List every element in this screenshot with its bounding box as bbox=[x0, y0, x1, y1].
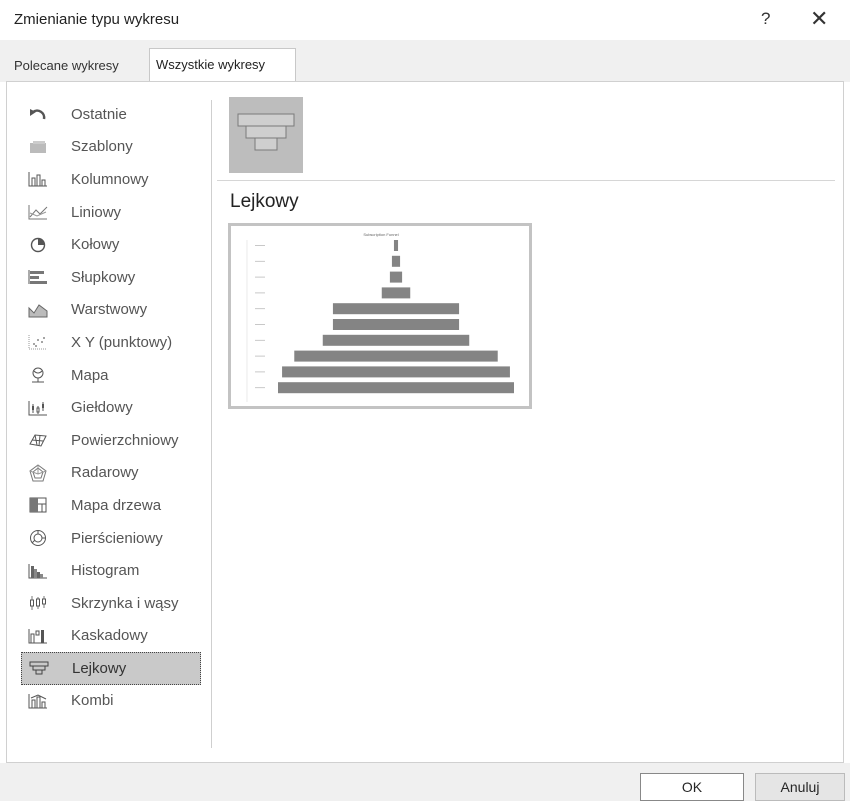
templates-icon bbox=[27, 138, 49, 156]
combo-chart-icon bbox=[27, 692, 49, 710]
box-whisker-chart-icon bbox=[27, 594, 49, 612]
funnel-bar bbox=[278, 382, 514, 394]
surface-chart-icon bbox=[27, 431, 49, 449]
sidebar-item-label: Szablony bbox=[71, 138, 133, 156]
button-bar: OK Anuluj bbox=[0, 763, 850, 801]
sidebar-item-treemap-chart[interactable]: Mapa drzewa bbox=[21, 489, 201, 522]
sidebar-item-label: X Y (punktowy) bbox=[71, 333, 173, 351]
sidebar-item-label: Słupkowy bbox=[71, 268, 136, 286]
waterfall-chart-icon bbox=[27, 627, 49, 645]
help-button[interactable]: ? bbox=[761, 9, 770, 29]
histogram-chart-icon bbox=[27, 562, 49, 580]
recent-icon bbox=[27, 105, 49, 123]
sidebar-item-label: Lejkowy bbox=[72, 659, 127, 677]
funnel-bar bbox=[294, 350, 498, 362]
funnel-chart-icon bbox=[28, 659, 50, 677]
funnel-bar bbox=[282, 366, 510, 378]
stock-chart-icon bbox=[27, 399, 49, 417]
chart-type-list: Ostatnie Szablony Kolumnowy Liniowy Kołowy Sł… bbox=[21, 98, 201, 717]
ok-button[interactable]: OK bbox=[640, 773, 744, 801]
sidebar-item-label: Kolumnowy bbox=[71, 170, 149, 188]
scatter-chart-icon bbox=[27, 333, 49, 351]
sidebar-item-bar-chart[interactable]: Słupkowy bbox=[21, 261, 201, 294]
sidebar-item-map-chart[interactable]: Mapa bbox=[21, 359, 201, 392]
preview-chart-title: Subscription Funnel bbox=[363, 232, 398, 237]
tab-recommended-charts[interactable]: Polecane wykresy bbox=[8, 51, 148, 81]
sidebar-item-label: Mapa bbox=[71, 366, 109, 384]
title-bar: Zmienianie typu wykresu ? ✕ bbox=[0, 0, 850, 40]
funnel-bar bbox=[322, 334, 470, 346]
sidebar-item-line-chart[interactable]: Liniowy bbox=[21, 196, 201, 229]
sidebar-item-radar-chart[interactable]: Radarowy bbox=[21, 457, 201, 490]
line-chart-icon bbox=[27, 203, 49, 221]
sidebar-item-scatter-chart[interactable]: X Y (punktowy) bbox=[21, 326, 201, 359]
funnel-bar bbox=[332, 319, 460, 330]
area-chart-icon bbox=[27, 301, 49, 319]
sidebar-item-label: Kombi bbox=[71, 692, 114, 710]
sidebar-item-stock-chart[interactable]: Giełdowy bbox=[21, 391, 201, 424]
sidebar-item-column-chart[interactable]: Kolumnowy bbox=[21, 163, 201, 196]
sidebar-item-recent[interactable]: Ostatnie bbox=[21, 98, 201, 131]
sidebar-item-label: Mapa drzewa bbox=[71, 496, 162, 514]
chart-variant-title: Lejkowy bbox=[230, 191, 299, 212]
sidebar-item-sunburst-chart[interactable]: Pierścieniowy bbox=[21, 522, 201, 555]
sidebar-item-label: Powierzchniowy bbox=[71, 431, 179, 449]
funnel-bar bbox=[391, 255, 401, 267]
sidebar-item-label: Giełdowy bbox=[71, 399, 133, 417]
sidebar-item-label: Kaskadowy bbox=[71, 627, 148, 645]
dialog-title: Zmienianie typu wykresu bbox=[14, 11, 180, 28]
sidebar-item-label: Liniowy bbox=[71, 203, 122, 221]
funnel-variant-thumbnail[interactable] bbox=[229, 97, 303, 173]
sidebar-item-label: Histogram bbox=[71, 562, 140, 580]
radar-chart-icon bbox=[27, 464, 49, 482]
pie-chart-icon bbox=[27, 236, 49, 254]
sidebar-item-histogram-chart[interactable]: Histogram bbox=[21, 554, 201, 587]
tab-all-charts[interactable]: Wszystkie wykresy bbox=[149, 48, 296, 82]
sidebar-item-pie-chart[interactable]: Kołowy bbox=[21, 228, 201, 261]
sidebar-item-label: Skrzynka i wąsy bbox=[71, 594, 179, 612]
sidebar-item-label: Warstwowy bbox=[71, 301, 148, 319]
funnel-bar bbox=[381, 287, 411, 299]
funnel-bar bbox=[332, 303, 460, 315]
preview-chart: Subscription Funnel bbox=[246, 232, 514, 402]
sidebar-item-templates[interactable]: Szablony bbox=[21, 131, 201, 164]
sidebar-item-waterfall-chart[interactable]: Kaskadowy bbox=[21, 620, 201, 653]
sidebar-item-label: Pierścieniowy bbox=[71, 529, 163, 547]
tab-strip: Polecane wykresy Wszystkie wykresy bbox=[0, 40, 850, 82]
funnel-bar bbox=[389, 271, 403, 283]
sidebar-item-area-chart[interactable]: Warstwowy bbox=[21, 294, 201, 327]
sidebar-item-funnel-chart[interactable]: Lejkowy bbox=[21, 652, 201, 685]
funnel-icon bbox=[237, 113, 295, 151]
funnel-bar bbox=[393, 240, 399, 251]
treemap-chart-icon bbox=[27, 496, 49, 514]
divider bbox=[211, 100, 212, 748]
sidebar-item-surface-chart[interactable]: Powierzchniowy bbox=[21, 424, 201, 457]
sidebar-item-label: Kołowy bbox=[71, 236, 120, 254]
sidebar-item-box-whisker-chart[interactable]: Skrzynka i wąsy bbox=[21, 587, 201, 620]
separator-line bbox=[217, 180, 835, 181]
map-chart-icon bbox=[27, 366, 49, 384]
column-chart-icon bbox=[27, 170, 49, 188]
cancel-button[interactable]: Anuluj bbox=[755, 773, 845, 801]
chart-type-panel: Ostatnie Szablony Kolumnowy Liniowy Kołowy Sł… bbox=[6, 81, 844, 763]
close-button[interactable]: ✕ bbox=[810, 6, 828, 32]
bar-chart-icon bbox=[27, 268, 49, 286]
sidebar-item-label: Ostatnie bbox=[71, 105, 127, 123]
chart-preview[interactable]: Subscription Funnel bbox=[228, 223, 532, 409]
sidebar-item-combo-chart[interactable]: Kombi bbox=[21, 685, 201, 718]
sunburst-chart-icon bbox=[27, 529, 49, 547]
sidebar-item-label: Radarowy bbox=[71, 464, 139, 482]
